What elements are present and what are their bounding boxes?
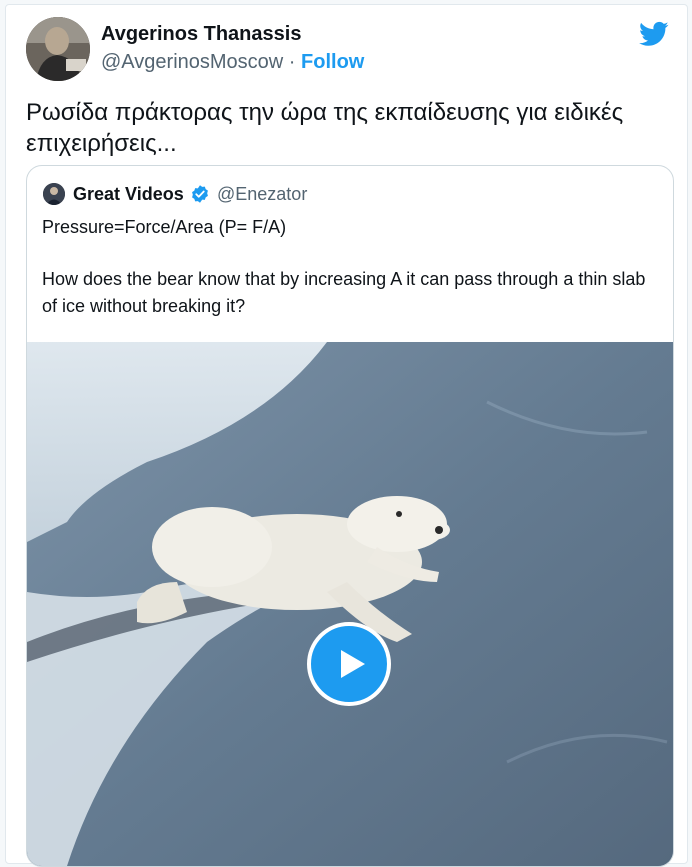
- quoted-author-handle[interactable]: @Enezator: [217, 184, 307, 205]
- polar-bear-scene: [27, 342, 673, 866]
- quoted-author-name[interactable]: Great Videos: [73, 184, 184, 205]
- author-name[interactable]: Avgerinos Thanassis: [101, 23, 301, 46]
- author-meta: @AvgerinosMoscow · Follow: [101, 51, 364, 74]
- tweet-card: Avgerinos Thanassis @AvgerinosMoscow · F…: [5, 4, 688, 867]
- play-icon: [341, 650, 365, 678]
- separator: ·: [283, 51, 302, 73]
- author-handle[interactable]: @AvgerinosMoscow: [101, 51, 283, 73]
- follow-button[interactable]: Follow: [301, 51, 364, 73]
- twitter-bird-icon[interactable]: [639, 19, 669, 49]
- quoted-text-body: How does the bear know that by increasin…: [42, 269, 646, 316]
- author-avatar[interactable]: [26, 17, 90, 81]
- verified-badge-icon: [192, 185, 208, 203]
- play-button[interactable]: [307, 622, 391, 706]
- quoted-tweet[interactable]: Great Videos @Enezator Pressure=Force/Ar…: [26, 165, 674, 867]
- quoted-avatar[interactable]: [43, 183, 65, 205]
- quoted-text-line: Pressure=Force/Area (P= F/A): [42, 217, 287, 237]
- video-thumbnail[interactable]: [27, 342, 673, 866]
- tweet-text: Ρωσίδα πράκτορας την ώρα της εκπαίδευσης…: [26, 99, 624, 157]
